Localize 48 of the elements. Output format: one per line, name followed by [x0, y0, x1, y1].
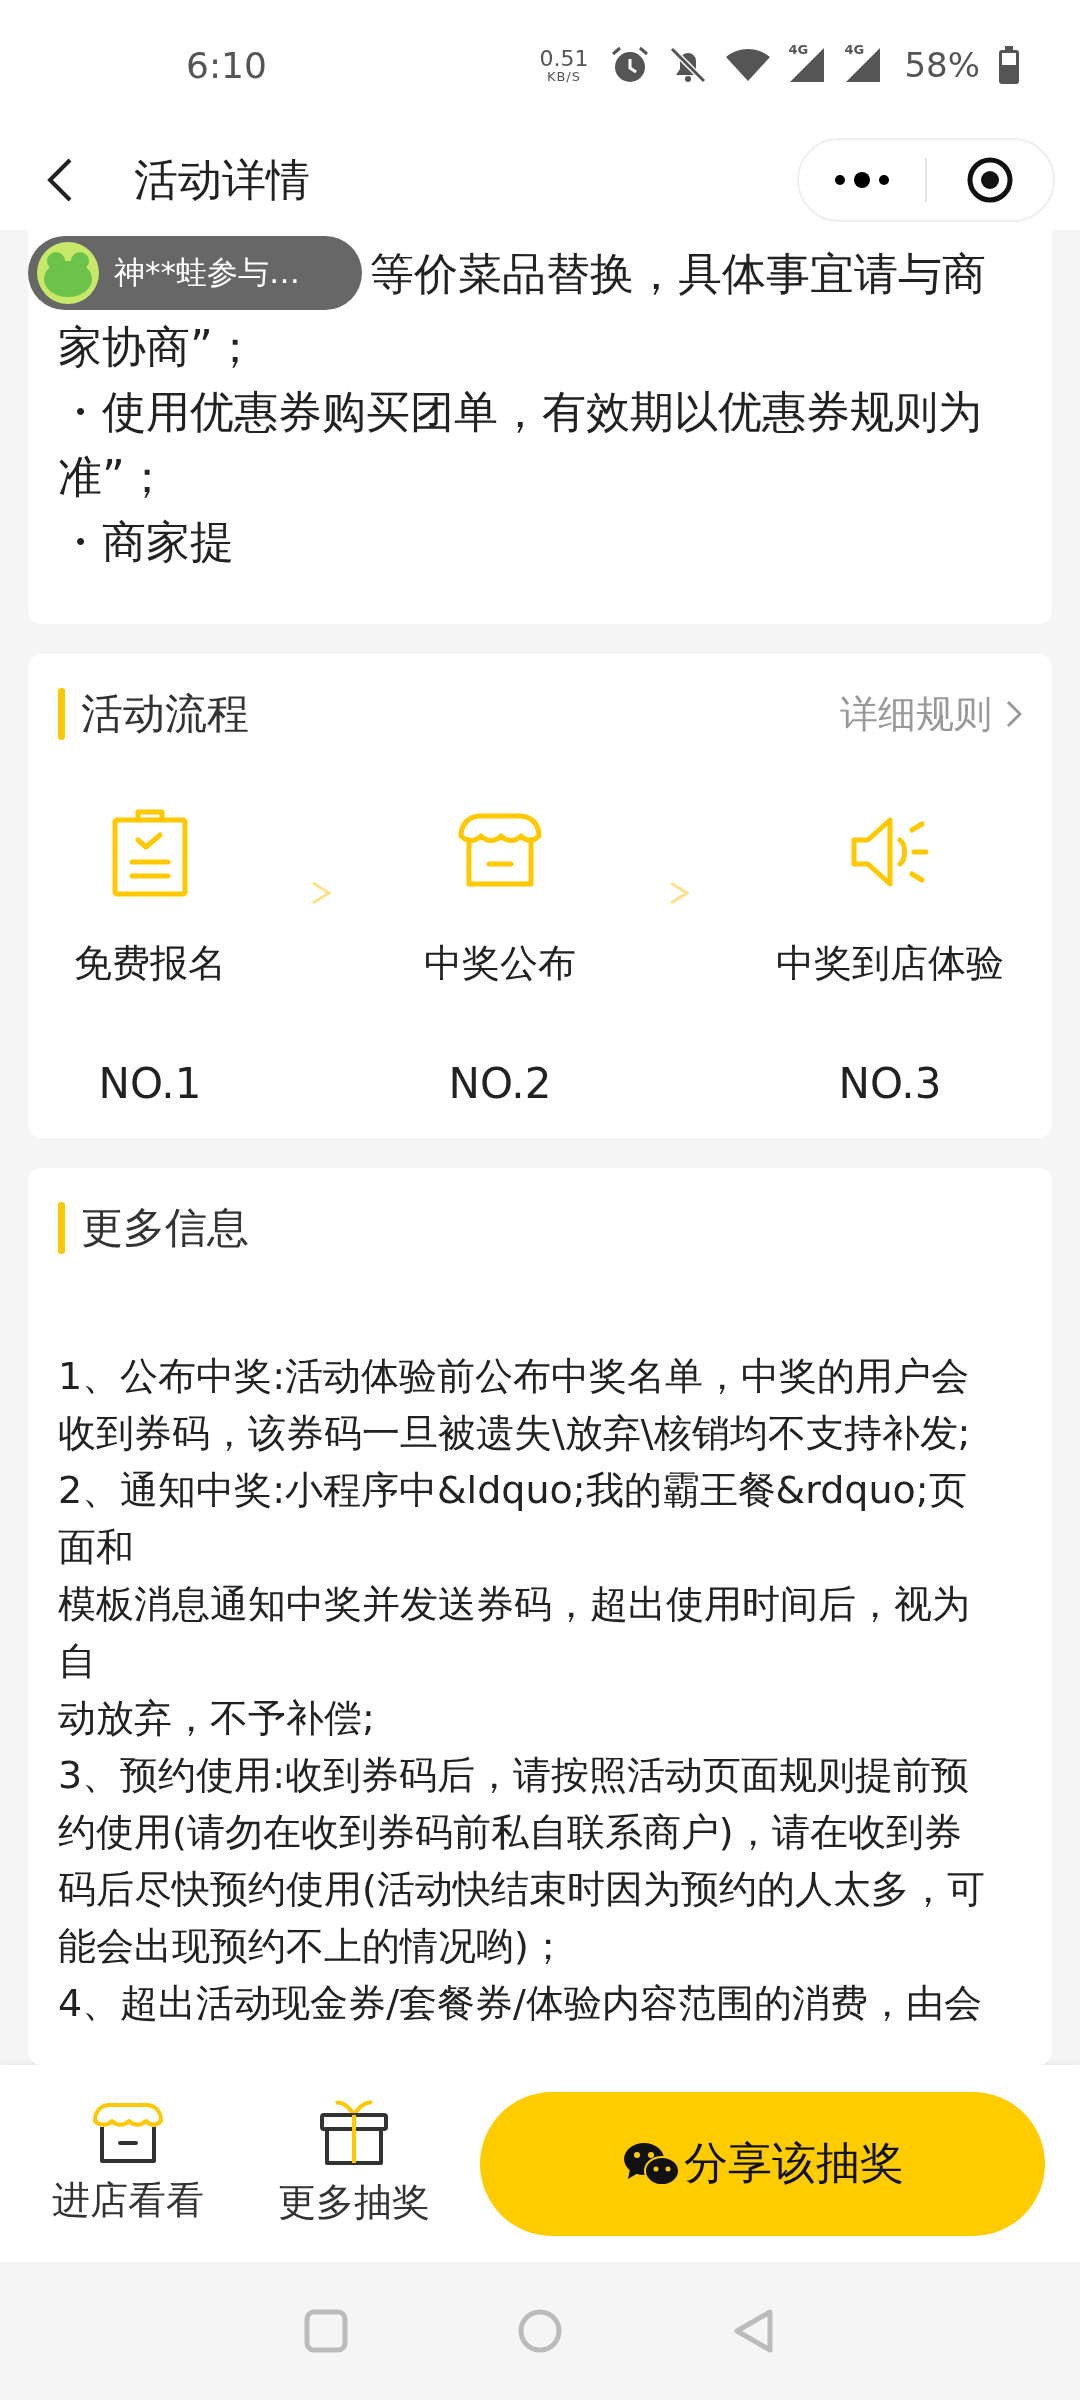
- wifi-icon: [726, 47, 771, 83]
- more-icon: [832, 172, 892, 188]
- section-title: 活动流程: [81, 688, 250, 740]
- alarm-icon: [610, 45, 651, 85]
- accent-bar: [58, 1202, 65, 1254]
- info-text: 3、预约使用:收到券码后，请按照活动页面规则提前预约使用(请勿在收到券码前私自联系商户)，请在收到券码后尽快预约使用(活动快结束时因为预约的人太多，可能会出现预约不上的情况哟)；: [58, 1752, 986, 1970]
- info-text: 4、超出活动现金券/套餐券/体验内容范围的消费，由会: [58, 1980, 983, 2027]
- chevron-icon: [668, 880, 690, 906]
- target-icon: [966, 156, 1014, 204]
- avatar-icon: [36, 241, 100, 305]
- section-title: 更多信息: [81, 1202, 250, 1254]
- step-number: NO.3: [838, 1059, 942, 1108]
- step-number: NO.2: [448, 1059, 552, 1108]
- toast-text: 神**蛙参与…: [114, 253, 300, 292]
- info-text: 1、公布中奖:活动体验前公布中奖名单，中奖的用户会收到券码，该券码一旦被遗失\放弃\核销均不支持补发;: [58, 1353, 972, 1457]
- battery-level: 58%: [904, 45, 980, 85]
- chevron-icon: [1006, 700, 1022, 728]
- triangle-icon: [732, 2308, 776, 2354]
- notice-text: ・使用优惠券购买团单，有效期以优惠券规则为准”；: [58, 385, 983, 504]
- speed-unit: KB/S: [546, 69, 581, 83]
- info-text: 模板消息通知中奖并发送券码，超出使用时间后，视为自: [58, 1581, 971, 1685]
- battery-icon: [998, 46, 1020, 84]
- notice-text: 家协商”；: [58, 320, 258, 374]
- info-text: 2、通知中奖:小程序中&ldquo;我的霸王餐&rdquo;页面和: [58, 1467, 968, 1571]
- notice-text: ・商家提: [58, 515, 235, 569]
- step-label: 免费报名: [74, 940, 226, 987]
- notice-text: 等价菜品替换，具体事宜请与商: [370, 247, 987, 301]
- gift-icon: [318, 2099, 390, 2167]
- chevron-icon: [310, 880, 332, 906]
- square-icon: [304, 2309, 348, 2353]
- chat-bubbles-icon: [621, 2140, 680, 2187]
- step-label: 中奖公布: [424, 940, 576, 987]
- page-title: 活动详情: [134, 152, 311, 207]
- circle-icon: [518, 2309, 562, 2353]
- store-icon: [92, 2101, 164, 2165]
- network-speed: 0.51: [539, 47, 589, 70]
- step-number: NO.1: [98, 1059, 202, 1108]
- signal-icon: [844, 46, 883, 84]
- accent-bar: [58, 688, 65, 740]
- info-text: 动放弃，不予补偿;: [58, 1695, 376, 1742]
- clock-time: 6:10: [186, 44, 268, 86]
- network-type: 4G: [844, 42, 865, 57]
- network-type: 4G: [788, 42, 809, 57]
- share-button[interactable]: 分享该抽奖: [480, 2091, 1045, 2236]
- lottery-button[interactable]: 更多抽奖: [254, 2099, 454, 2228]
- store-button[interactable]: 进店看看: [28, 2101, 228, 2226]
- step-label: 中奖到店体验: [776, 940, 1004, 987]
- signal-icon: [788, 46, 827, 84]
